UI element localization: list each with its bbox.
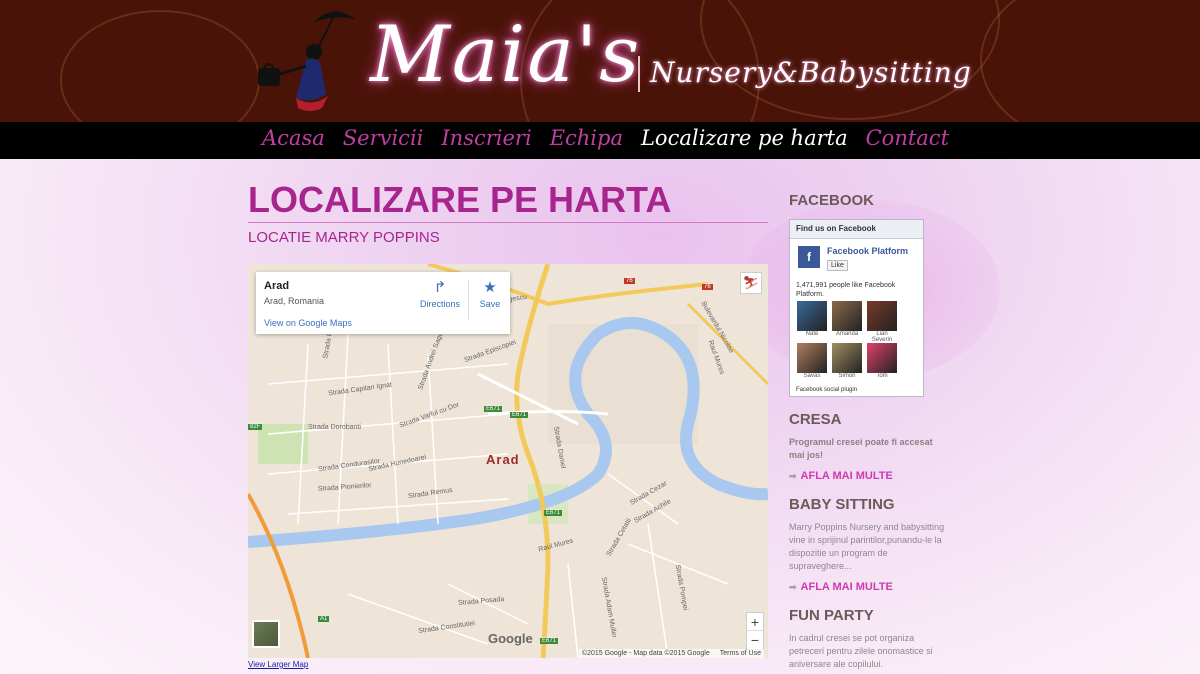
directions-button[interactable]: ↱ Directions bbox=[418, 279, 462, 310]
nav-item-acasa[interactable]: Acasa bbox=[262, 126, 325, 150]
avatar bbox=[797, 301, 827, 331]
google-map[interactable]: Arad Splaiul General PraporgescuBulevard… bbox=[248, 264, 768, 658]
more-label: AFLA MAI MULTE bbox=[800, 581, 893, 593]
route-badge: E671 bbox=[510, 412, 529, 418]
place-info-card: Arad Arad, Romania View on Google Maps ↱… bbox=[256, 272, 510, 334]
fb-fan-name: Lian Severin bbox=[871, 331, 893, 343]
avatar bbox=[832, 301, 862, 331]
arrow-right-icon: ➡ bbox=[789, 581, 797, 592]
facebook-heading: FACEBOOK bbox=[789, 192, 875, 209]
fb-fan-avatar[interactable]: Amanda bbox=[831, 301, 863, 341]
star-icon: ★ bbox=[483, 279, 497, 296]
cresa-section: CRESA Programul cresei poate fi accesat … bbox=[789, 411, 949, 482]
route-badge: 76 bbox=[624, 278, 635, 284]
route-badge: E671 bbox=[484, 406, 503, 412]
route-badge: E671 bbox=[544, 510, 563, 516]
logo-title: Maia's bbox=[370, 10, 642, 100]
fb-like-count: 1,471,991 people like Facebook Platform. bbox=[796, 282, 896, 298]
directions-label: Directions bbox=[419, 299, 460, 309]
fb-fan-name: Amanda bbox=[835, 331, 859, 337]
logo-divider bbox=[638, 56, 640, 92]
zoom-out-button[interactable]: − bbox=[747, 631, 763, 649]
fb-fan-name: Savas bbox=[803, 373, 821, 379]
baby-sitting-more-link[interactable]: ➡ AFLA MAI MULTE bbox=[789, 581, 949, 593]
fun-party-text: In cadrul cresei se pot organiza petrece… bbox=[789, 633, 933, 669]
place-address: Arad, Romania bbox=[264, 296, 325, 306]
fb-fan-name: Tom bbox=[876, 373, 888, 379]
nav-item-contact[interactable]: Contact bbox=[866, 126, 949, 150]
route-badge: 76 bbox=[702, 284, 713, 290]
save-button[interactable]: ★ Save bbox=[476, 279, 504, 310]
cresa-text: Programul cresei poate fi accesat mai jo… bbox=[789, 437, 933, 460]
cresa-more-link[interactable]: ➡ AFLA MAI MULTE bbox=[789, 470, 949, 482]
route-badge: 82F bbox=[248, 424, 263, 430]
fun-party-heading: FUN PARTY bbox=[789, 607, 874, 624]
route-badge: A1 bbox=[318, 616, 330, 622]
fb-fan-avatar[interactable]: Simon bbox=[831, 343, 863, 383]
fun-party-section: FUN PARTY In cadrul cresei se pot organi… bbox=[789, 607, 949, 671]
route-badge: E671 bbox=[540, 638, 559, 644]
fb-fan-avatar[interactable]: Nate bbox=[796, 301, 828, 341]
street-view-pegman-icon[interactable]: ⛷ bbox=[740, 272, 762, 294]
decorative-swirl bbox=[60, 10, 260, 122]
nav-item-echipa[interactable]: Echipa bbox=[550, 126, 623, 150]
save-label: Save bbox=[479, 299, 501, 309]
page-subtitle: LOCATIE MARRY POPPINS bbox=[248, 229, 440, 246]
main-nav: Acasa Servicii Inscrieri Echipa Localizare p… bbox=[0, 122, 1200, 159]
zoom-controls: + − bbox=[746, 612, 764, 650]
baby-sitting-section: BABY SITTING Marry Poppins Nursery and b… bbox=[789, 496, 949, 593]
avatar bbox=[832, 343, 862, 373]
fb-like-button[interactable]: Like bbox=[827, 260, 848, 271]
nav-item-inscrieri[interactable]: Inscrieri bbox=[441, 126, 531, 150]
fb-find-us: Find us on Facebook bbox=[790, 220, 923, 239]
avatar bbox=[797, 343, 827, 373]
baby-sitting-text: Marry Poppins Nursery and babysitting vi… bbox=[789, 522, 945, 571]
mary-poppins-logo-icon[interactable] bbox=[252, 4, 362, 116]
view-larger-map-link[interactable]: View Larger Map bbox=[248, 660, 308, 669]
nav-list: Acasa Servicii Inscrieri Echipa Localizare p… bbox=[262, 126, 949, 150]
card-divider bbox=[468, 280, 469, 320]
main-content: LOCALIZARE PE HARTA LOCATIE MARRY POPPIN… bbox=[248, 178, 768, 246]
arrow-right-icon: ➡ bbox=[789, 470, 797, 481]
fb-page-name[interactable]: Facebook Platform bbox=[827, 246, 908, 256]
view-on-google-maps-link[interactable]: View on Google Maps bbox=[264, 318, 352, 328]
facebook-widget: Find us on Facebook f Facebook Platform … bbox=[789, 219, 924, 397]
facebook-logo-icon[interactable]: f bbox=[798, 246, 820, 268]
avatar bbox=[867, 343, 897, 373]
directions-icon: ↱ bbox=[433, 279, 447, 296]
page-title: LOCALIZARE PE HARTA bbox=[248, 179, 672, 220]
satellite-toggle[interactable] bbox=[252, 620, 280, 648]
fb-fan-avatar[interactable]: Tom bbox=[866, 343, 898, 383]
fb-fan-name: Nate bbox=[805, 331, 819, 337]
decorative-swirl bbox=[980, 0, 1200, 122]
nav-item-localizare-pe-harta[interactable]: Localizare pe harta bbox=[641, 126, 848, 150]
map-attribution: ©2015 Google - Map data ©2015 Google Ter… bbox=[578, 649, 764, 658]
street-label: Strada Dorobanti bbox=[308, 424, 361, 431]
nav-item-servicii[interactable]: Servicii bbox=[343, 126, 424, 150]
map-attribution-text: ©2015 Google - Map data ©2015 Google bbox=[581, 650, 710, 657]
fb-fan-avatar[interactable]: Savas bbox=[796, 343, 828, 383]
avatar bbox=[867, 301, 897, 331]
logo-subtitle: Nursery&Babysitting bbox=[650, 56, 972, 89]
site-header: Maia's Nursery&Babysitting bbox=[0, 0, 1200, 122]
terms-of-use-link[interactable]: Terms of Use bbox=[720, 650, 761, 657]
place-name: Arad bbox=[264, 280, 290, 292]
zoom-in-button[interactable]: + bbox=[747, 613, 763, 631]
fb-fan-avatar[interactable]: Lian Severin bbox=[866, 301, 898, 343]
map-city-label: Arad bbox=[486, 452, 520, 467]
cresa-heading: CRESA bbox=[789, 411, 842, 428]
baby-sitting-heading: BABY SITTING bbox=[789, 496, 895, 513]
more-label: AFLA MAI MULTE bbox=[800, 470, 893, 482]
title-divider bbox=[248, 222, 768, 223]
fb-social-plugin: Facebook social plugin bbox=[796, 387, 858, 393]
fb-fan-name: Simon bbox=[838, 373, 856, 379]
sidebar: FACEBOOK Find us on Facebook f Facebook … bbox=[789, 192, 949, 671]
google-logo: Google bbox=[488, 631, 533, 646]
fb-faces-grid: Nate Amanda Lian Severin Savas Simon Tom bbox=[796, 301, 898, 383]
